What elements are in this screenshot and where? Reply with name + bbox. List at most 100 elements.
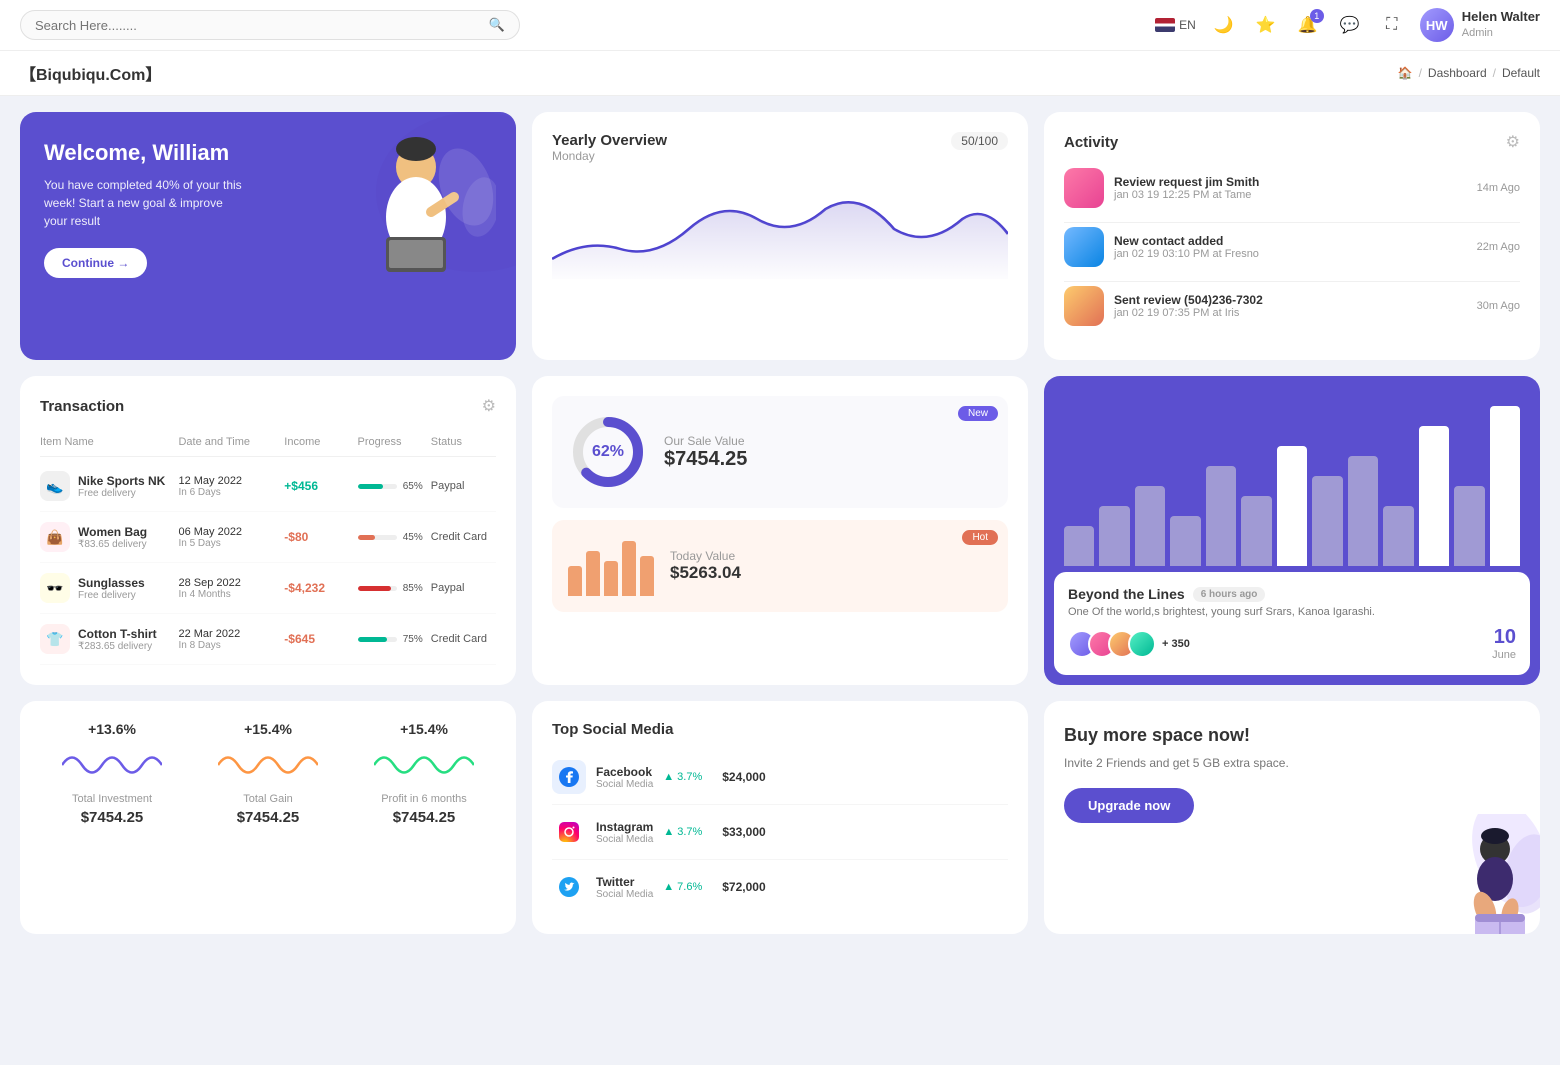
- instagram-info: Instagram Social Media: [596, 820, 653, 845]
- stat-pct-2: +15.4%: [400, 721, 448, 737]
- beyond-footer: + 350 10 June: [1068, 626, 1516, 661]
- social-title: Top Social Media: [552, 721, 1008, 738]
- twitter-icon: [552, 870, 586, 904]
- stat-item-1: +15.4% Total Gain $7454.25: [196, 721, 340, 914]
- home-icon[interactable]: 🏠: [1398, 66, 1413, 80]
- beyond-avatars-group: + 350: [1068, 630, 1190, 658]
- instagram-value: $33,000: [722, 825, 765, 839]
- top-navigation: 🔍 EN 🌙 ⭐ 🔔 1 💬 ⛶ HW Helen Walter Admin: [0, 0, 1560, 51]
- language-selector[interactable]: EN: [1155, 18, 1196, 32]
- progress-3: 75%: [358, 634, 423, 645]
- user-profile[interactable]: HW Helen Walter Admin: [1420, 8, 1540, 42]
- stat-value-1: $7454.25: [237, 809, 300, 826]
- transaction-settings-icon[interactable]: ⚙: [482, 396, 496, 416]
- income-2: -$4,232: [284, 581, 349, 595]
- transaction-title: Transaction: [40, 398, 124, 415]
- beyond-time: 6 hours ago: [1193, 587, 1266, 602]
- stat-wave-0: [62, 745, 162, 785]
- yearly-subtitle: Monday: [552, 149, 667, 163]
- notifications-icon[interactable]: 🔔 1: [1294, 11, 1322, 39]
- bar-3: [622, 541, 636, 596]
- messages-icon[interactable]: 💬: [1336, 11, 1364, 39]
- growth-pct-1: 3.7%: [677, 826, 702, 838]
- item-icon-3: 👕: [40, 624, 70, 654]
- activity-settings-icon[interactable]: ⚙: [1506, 132, 1520, 152]
- item-icon-0: 👟: [40, 471, 70, 501]
- activity-thumb-0: [1064, 168, 1104, 208]
- item-info-2: 🕶️ Sunglasses Free delivery: [40, 573, 170, 603]
- twitter-growth: ▲ 7.6%: [663, 881, 702, 893]
- facebook-sub: Social Media: [596, 779, 653, 790]
- main-bar-12: [1490, 406, 1520, 566]
- facebook-value: $24,000: [722, 770, 765, 784]
- main-bar-7: [1312, 476, 1342, 566]
- bookmark-icon[interactable]: ⭐: [1252, 11, 1280, 39]
- yearly-badge: 50/100: [951, 132, 1008, 150]
- activity-card: Activity ⚙ Review request jim Smith jan …: [1044, 112, 1540, 360]
- instagram-growth: ▲ 3.7%: [663, 826, 702, 838]
- main-bar-11: [1454, 486, 1484, 566]
- upgrade-content: Buy more space now! Invite 2 Friends and…: [1064, 725, 1315, 823]
- avatar: HW: [1420, 8, 1454, 42]
- beyond-date-month: June: [1492, 649, 1516, 661]
- yearly-overview-card: Yearly Overview Monday 50/100: [532, 112, 1028, 360]
- instagram-icon: [552, 815, 586, 849]
- item-delivery-2: Free delivery: [78, 590, 145, 601]
- stats-card: +13.6% Total Investment $7454.25 +15.4% …: [20, 701, 516, 934]
- main-bar-10: [1419, 426, 1449, 566]
- main-bar-9: [1383, 506, 1413, 566]
- upgrade-button[interactable]: Upgrade now: [1064, 788, 1194, 823]
- progress-fill-0: [358, 484, 383, 489]
- progress-fill-3: [358, 637, 387, 642]
- activity-time-1: 22m Ago: [1477, 241, 1520, 253]
- main-bar-4: [1206, 466, 1236, 566]
- income-0: +$456: [284, 479, 349, 493]
- progress-fill-2: [358, 586, 391, 591]
- sale-percent: 62%: [592, 443, 624, 461]
- breadcrumb-dashboard[interactable]: Dashboard: [1428, 66, 1487, 80]
- income-3: -$645: [284, 632, 349, 646]
- continue-button[interactable]: Continue →: [44, 248, 147, 278]
- stat-label-2: Profit in 6 months: [381, 793, 467, 805]
- avatar-group: [1068, 630, 1148, 658]
- bar-0: [568, 566, 582, 596]
- search-input[interactable]: [35, 18, 489, 33]
- progress-2: 85%: [358, 583, 423, 594]
- sale-title: Our Sale Value: [664, 434, 747, 448]
- search-box[interactable]: 🔍: [20, 10, 520, 40]
- theme-toggle[interactable]: 🌙: [1210, 11, 1238, 39]
- welcome-description: You have completed 40% of your this week…: [44, 176, 244, 230]
- growth-pct-0: 3.7%: [677, 771, 702, 783]
- flag-icon: [1155, 18, 1175, 32]
- today-bar-chart: [568, 536, 654, 596]
- today-title: Today Value: [670, 549, 741, 563]
- new-badge: New: [958, 406, 998, 421]
- table-row-1: 👜 Women Bag ₹83.65 delivery 06 May 2022 …: [40, 512, 496, 563]
- activity-item-sub-2: jan 02 19 07:35 PM at Iris: [1114, 307, 1467, 319]
- fullscreen-icon[interactable]: ⛶: [1378, 11, 1406, 39]
- nav-icons: EN 🌙 ⭐ 🔔 1 💬 ⛶ HW Helen Walter Admin: [1155, 8, 1540, 42]
- col-date-time: Date and Time: [178, 436, 276, 448]
- bar-1: [586, 551, 600, 596]
- progress-bar-2: [358, 586, 397, 591]
- instagram-name: Instagram: [596, 820, 653, 834]
- twitter-value: $72,000: [722, 880, 765, 894]
- activity-item-2: Sent review (504)236-7302 jan 02 19 07:3…: [1064, 286, 1520, 326]
- activity-info-0: Review request jim Smith jan 03 19 12:25…: [1114, 175, 1467, 201]
- status-0: Paypal: [431, 480, 496, 492]
- stat-pct-1: +15.4%: [244, 721, 292, 737]
- activity-item-title-2: Sent review (504)236-7302: [1114, 293, 1467, 307]
- item-info-1: 👜 Women Bag ₹83.65 delivery: [40, 522, 170, 552]
- avatar-count: + 350: [1162, 638, 1190, 650]
- col-item-name: Item Name: [40, 436, 170, 448]
- table-row-0: 👟 Nike Sports NK Free delivery 12 May 20…: [40, 461, 496, 512]
- item-name-3: Cotton T-shirt: [78, 627, 157, 641]
- progress-bar-0: [358, 484, 397, 489]
- activity-title: Activity: [1064, 134, 1118, 151]
- period-3: In 8 Days: [178, 640, 276, 651]
- stat-value-2: $7454.25: [393, 809, 456, 826]
- status-2: Paypal: [431, 582, 496, 594]
- activity-info-1: New contact added jan 02 19 03:10 PM at …: [1114, 234, 1467, 260]
- facebook-icon: [552, 760, 586, 794]
- income-1: -$80: [284, 530, 349, 544]
